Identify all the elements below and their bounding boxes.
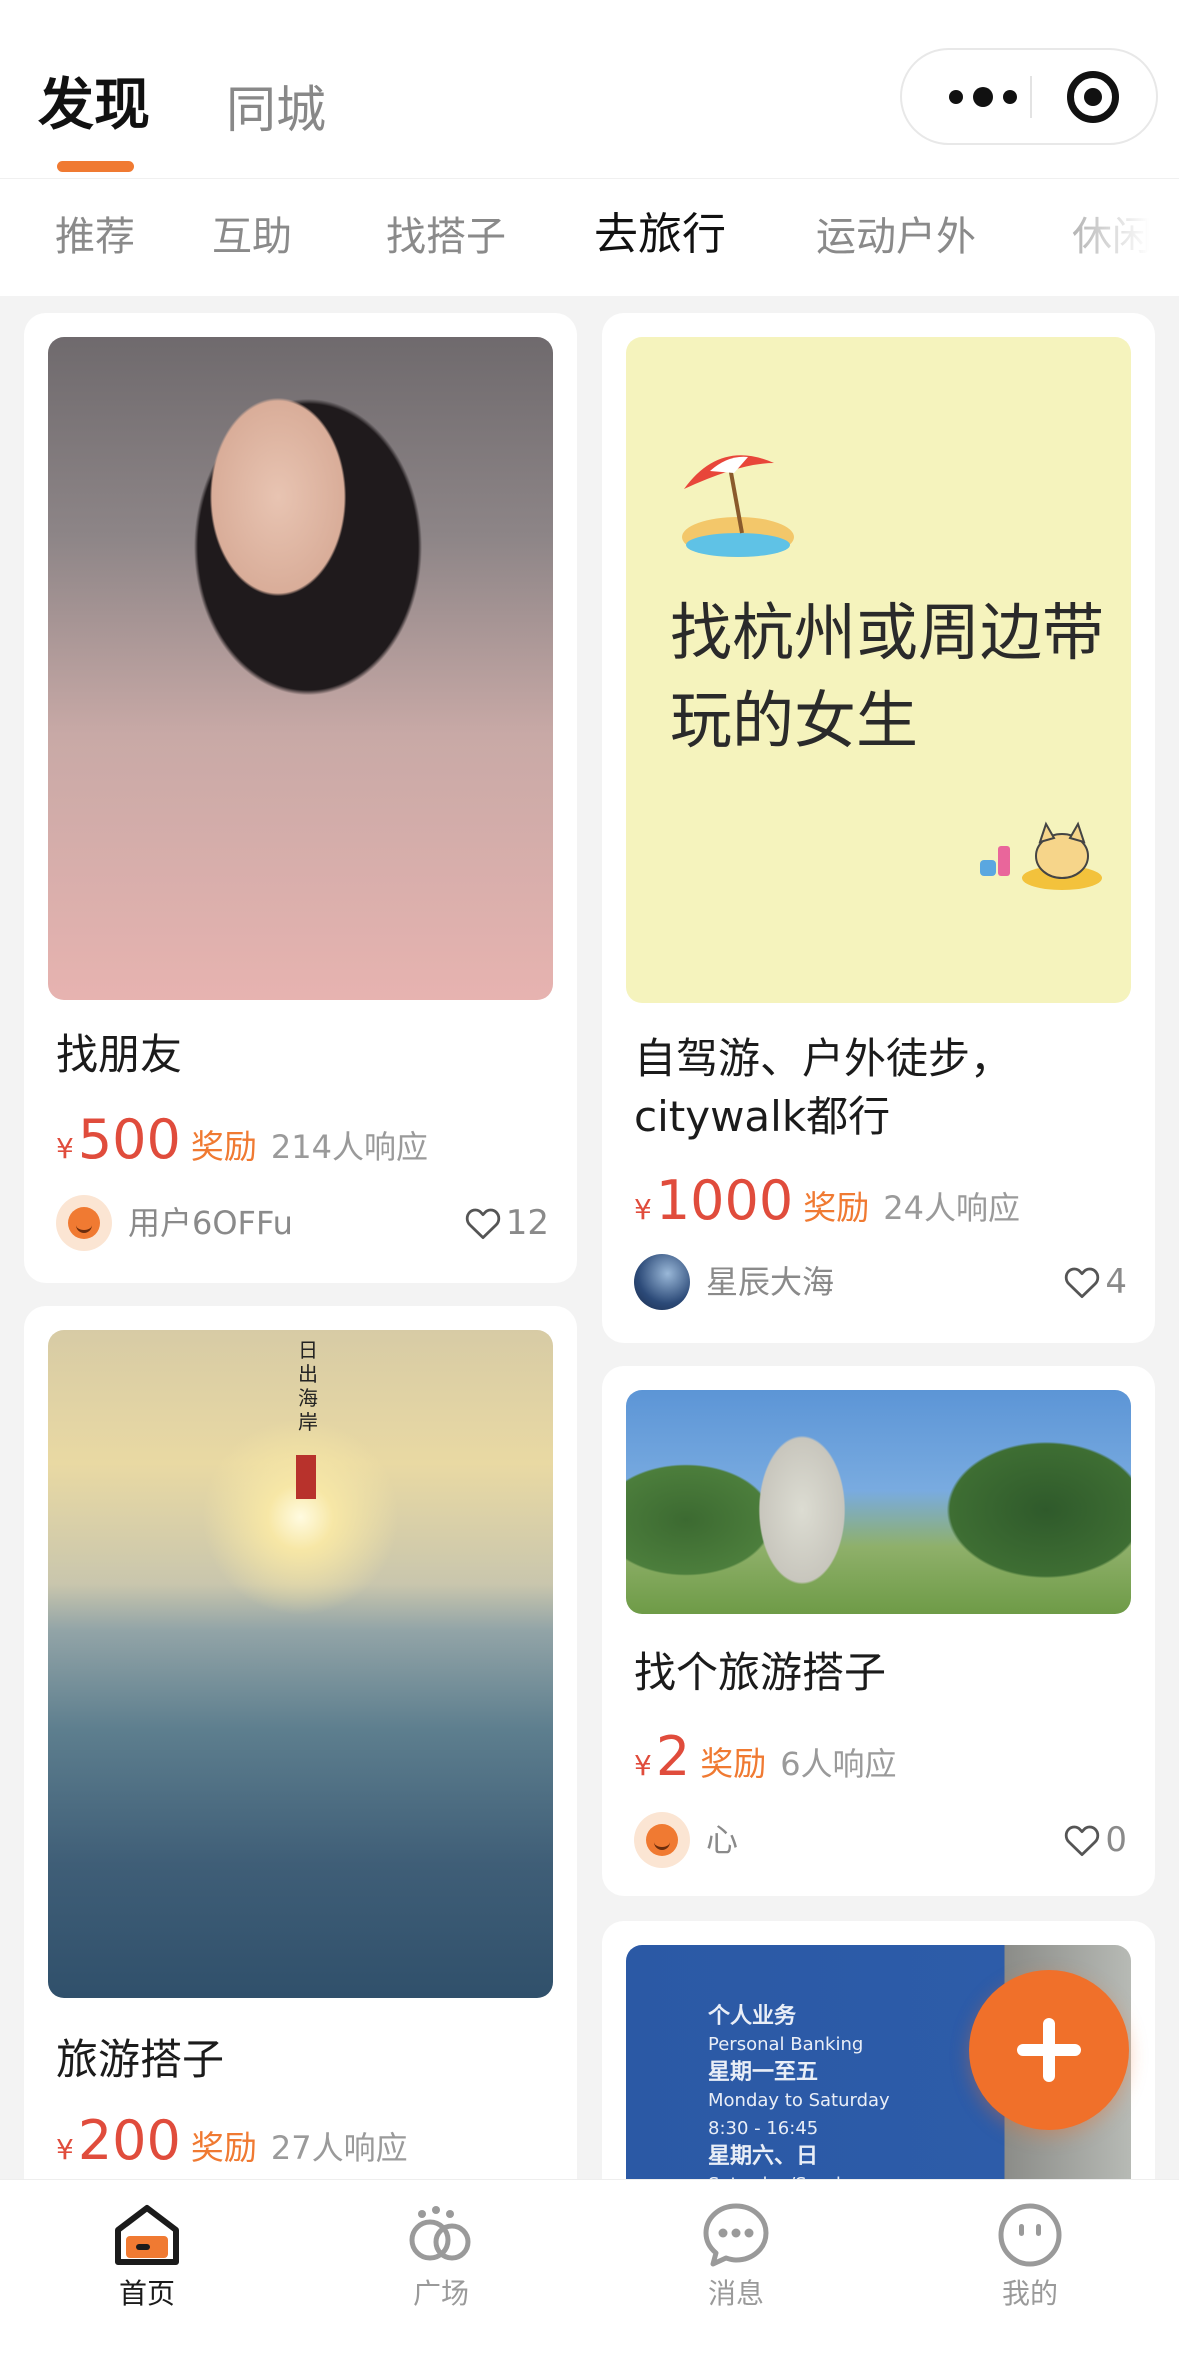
reward-line: ¥500 奖励 214人响应	[56, 1105, 428, 1175]
nav-label: 消息	[707, 2277, 764, 2310]
author-line: 用户6OFFu 12	[56, 1193, 549, 1253]
reward-label: 奖励	[190, 2128, 257, 2167]
reward-amount: 200	[77, 2109, 181, 2172]
nav-plaza[interactable]: 广场	[341, 2202, 541, 2332]
reward-label: 奖励	[803, 1188, 870, 1227]
author-name[interactable]: 用户6OFFu	[128, 1199, 293, 1247]
post-image-bedroom	[48, 337, 553, 1000]
post-image-park	[626, 1390, 1131, 1614]
reward-label: 奖励	[700, 1744, 767, 1783]
nav-messages[interactable]: 消息	[636, 2202, 836, 2332]
reward-amount: 1000	[655, 1169, 794, 1232]
like-count: 12	[505, 1203, 549, 1243]
seal-stamp	[296, 1455, 316, 1499]
like-count: 4	[1105, 1262, 1127, 1302]
post-title: 找朋友	[56, 1030, 183, 1079]
heart-icon	[1065, 1825, 1100, 1857]
post-image-sunset: 日出海岸	[48, 1330, 553, 1998]
plaza-icon	[409, 2206, 471, 2261]
reward-amount: 2	[655, 1725, 691, 1788]
sign-line: Personal Banking	[708, 2034, 864, 2055]
post-image-poster: 找杭州或周边带玩的女生	[626, 337, 1131, 1003]
reward-label: 奖励	[190, 1127, 257, 1166]
beach-umbrella-icon	[682, 455, 794, 557]
like-button[interactable]: 4	[1063, 1258, 1127, 1306]
category-fade-overlay	[1029, 179, 1179, 296]
bank-sign-text: 个人业务 Personal Banking 星期一至五 Monday to Sa…	[708, 2003, 890, 2199]
message-icon	[703, 2203, 769, 2267]
post-card[interactable]: 找杭州或周边带玩的女生 自驾游、户外徒步，citywalk都行 ¥1000 奖励 2…	[602, 313, 1155, 1343]
like-count: 0	[1105, 1820, 1127, 1860]
currency-symbol: ¥	[56, 1132, 74, 1165]
category-tab-travel[interactable]: 去旅行	[594, 207, 726, 263]
nav-home[interactable]: 首页	[47, 2202, 247, 2332]
post-card[interactable]: 日出海岸 旅游搭子 ¥200 奖励 27人响应	[24, 1306, 577, 2206]
close-miniprogram-icon[interactable]	[1067, 71, 1119, 123]
heart-icon	[465, 1208, 500, 1240]
category-tab-find-partner[interactable]: 找搭子	[386, 209, 506, 265]
response-count: 6人响应	[780, 1745, 897, 1783]
author-line: 心 0	[634, 1810, 1127, 1870]
create-post-button[interactable]	[969, 1970, 1129, 2130]
category-tab-bar: 推荐 互助 找搭子 去旅行 运动户外 休闲	[0, 178, 1179, 296]
response-count: 27人响应	[270, 2129, 408, 2167]
image-caption: 日出海岸	[298, 1338, 318, 1434]
avatar[interactable]	[56, 1195, 112, 1251]
top-header: 发现 同城	[0, 0, 1179, 178]
currency-symbol: ¥	[634, 1749, 652, 1782]
reward-line: ¥1000 奖励 24人响应	[634, 1166, 1020, 1236]
currency-symbol: ¥	[634, 1193, 652, 1226]
sign-line: 个人业务	[708, 2004, 797, 2029]
avatar[interactable]	[634, 1812, 690, 1868]
sign-line: 星期六、日	[708, 2144, 819, 2169]
capsule-divider	[1030, 76, 1032, 118]
active-tab-indicator	[57, 161, 134, 172]
post-title: 旅游搭子	[56, 2035, 225, 2084]
profile-icon	[998, 2203, 1062, 2267]
sign-line: 星期一至五	[708, 2060, 819, 2085]
reward-line: ¥200 奖励 27人响应	[56, 2106, 408, 2176]
nav-label: 我的	[1001, 2277, 1058, 2310]
tab-discover[interactable]: 发现	[38, 70, 150, 142]
like-button[interactable]: 12	[464, 1199, 549, 1247]
sign-line: Monday to Saturday	[708, 2090, 890, 2111]
tab-same-city[interactable]: 同城	[226, 74, 326, 146]
bottom-nav: 首页 广场 消息 我的	[0, 2179, 1179, 2375]
nav-profile[interactable]: 我的	[930, 2202, 1130, 2332]
author-name[interactable]: 心	[706, 1816, 738, 1864]
cat-sticker-icon	[980, 821, 1102, 890]
home-icon	[115, 2205, 179, 2265]
miniprogram-capsule	[900, 48, 1158, 145]
nav-label: 首页	[118, 2277, 175, 2310]
category-tab-recommend[interactable]: 推荐	[55, 209, 135, 265]
more-options-icon[interactable]	[938, 50, 1028, 143]
poster-text: 找杭州或周边带玩的女生	[670, 596, 1105, 757]
post-card[interactable]: 找个旅游搭子 ¥2 奖励 6人响应 心 0	[602, 1366, 1155, 1896]
post-title: 自驾游、户外徒步，citywalk都行	[634, 1034, 1013, 1141]
heart-icon	[1065, 1267, 1100, 1299]
reward-line: ¥2 奖励 6人响应	[634, 1722, 897, 1792]
response-count: 24人响应	[883, 1189, 1020, 1227]
author-name[interactable]: 星辰大海	[706, 1258, 834, 1306]
post-card[interactable]: 找朋友 ¥500 奖励 214人响应 用户6OFFu 12	[24, 313, 577, 1283]
nav-label: 广场	[412, 2277, 469, 2310]
currency-symbol: ¥	[56, 2133, 74, 2166]
sign-line: 8:30 - 16:45	[708, 2118, 819, 2139]
avatar[interactable]	[634, 1254, 690, 1310]
response-count: 214人响应	[270, 1128, 428, 1166]
category-tab-outdoor-sports[interactable]: 运动户外	[816, 209, 976, 265]
post-title: 找个旅游搭子	[634, 1648, 887, 1697]
author-line: 星辰大海 4	[634, 1252, 1127, 1312]
category-tab-mutual-help[interactable]: 互助	[212, 209, 292, 265]
reward-amount: 500	[77, 1108, 181, 1171]
like-button[interactable]: 0	[1063, 1816, 1127, 1864]
